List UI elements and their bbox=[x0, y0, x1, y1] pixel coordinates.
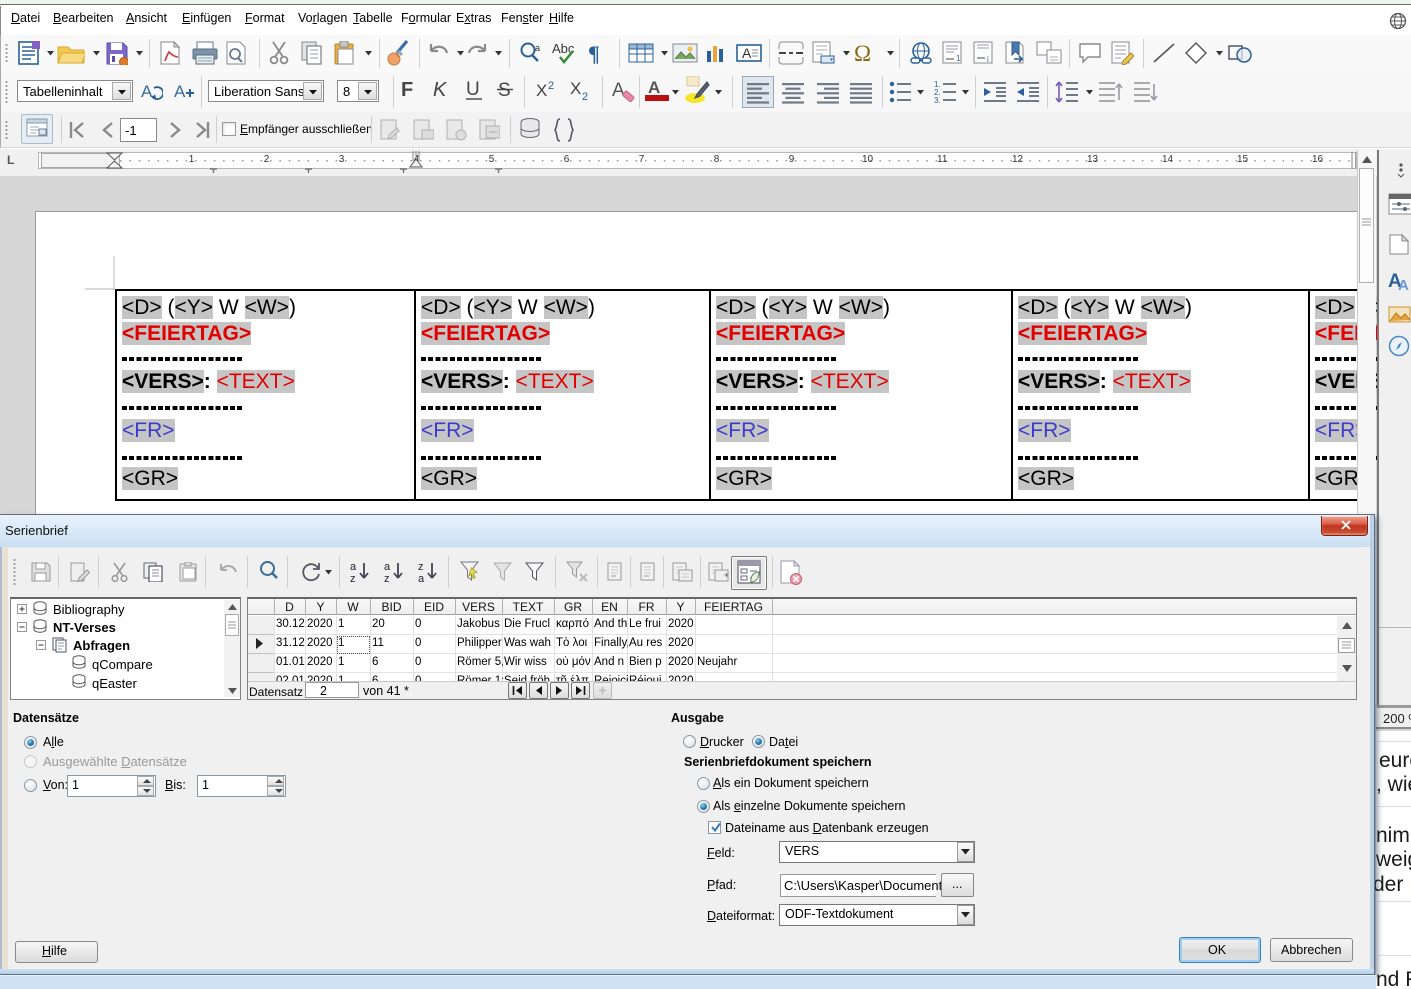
svg-text:a: a bbox=[350, 561, 357, 573]
svg-text:Ω: Ω bbox=[854, 41, 871, 65]
svg-text:z: z bbox=[418, 561, 424, 573]
svg-text:z: z bbox=[350, 573, 356, 584]
svg-text:X: X bbox=[570, 79, 581, 98]
svg-text:A: A bbox=[174, 82, 186, 101]
svg-text:2: 2 bbox=[582, 91, 588, 101]
svg-text:i: i bbox=[987, 55, 989, 64]
svg-text:A: A bbox=[648, 78, 660, 97]
svg-text:X: X bbox=[536, 81, 547, 100]
svg-text:S: S bbox=[498, 80, 511, 101]
svg-text:a: a bbox=[418, 573, 425, 584]
svg-text:U: U bbox=[466, 79, 480, 100]
svg-text:2: 2 bbox=[548, 80, 554, 92]
svg-text:K: K bbox=[433, 79, 448, 100]
svg-text:1: 1 bbox=[956, 54, 961, 63]
svg-text:A: A bbox=[742, 45, 752, 61]
svg-text:A: A bbox=[141, 82, 153, 101]
svg-text:A: A bbox=[612, 80, 625, 101]
svg-text:z: z bbox=[384, 573, 390, 584]
svg-text:a: a bbox=[535, 43, 540, 53]
svg-text:a: a bbox=[384, 561, 391, 573]
svg-text:¶: ¶ bbox=[588, 41, 600, 65]
svg-text:A: A bbox=[1398, 277, 1409, 292]
svg-text:3.: 3. bbox=[934, 96, 941, 104]
svg-text:F: F bbox=[401, 79, 413, 100]
